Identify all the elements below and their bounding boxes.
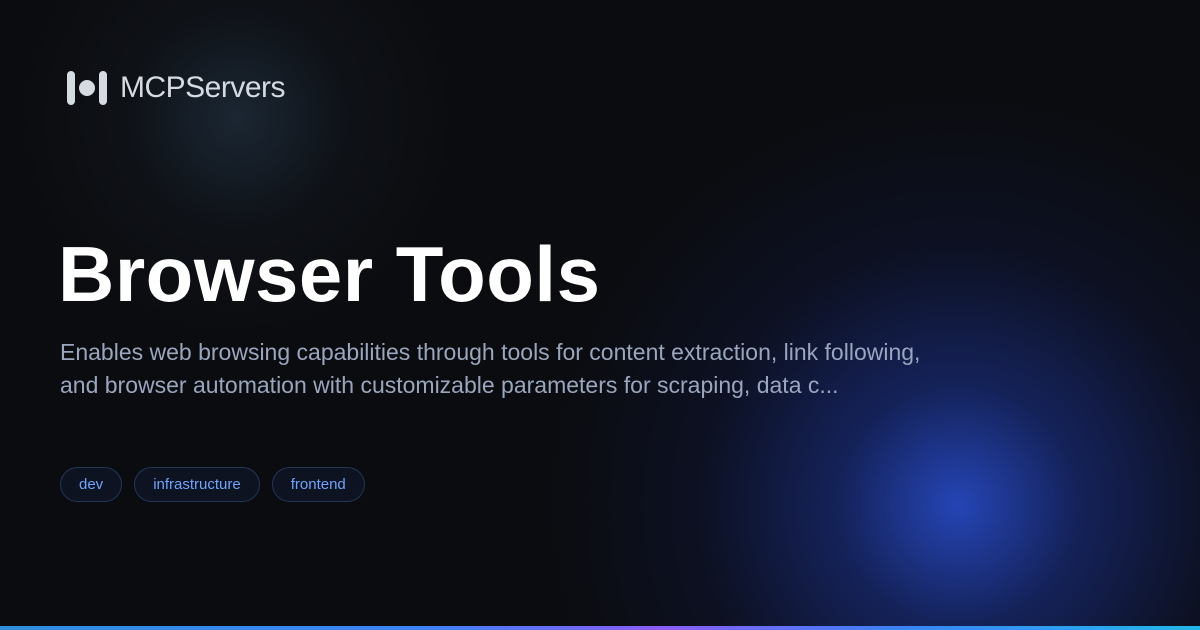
mcp-logo-icon	[67, 71, 107, 105]
server-description: Enables web browsing capabilities throug…	[60, 339, 921, 398]
tag-infrastructure[interactable]: infrastructure	[134, 467, 260, 502]
bottom-accent-bar	[0, 626, 1200, 630]
tag-frontend[interactable]: frontend	[271, 467, 365, 502]
brand-logo[interactable]: MCPServers	[66, 70, 286, 106]
brand-name: MCPServers	[120, 71, 286, 104]
page-title: Browser Tools	[58, 230, 601, 318]
tag-list: dev infrastructure frontend	[60, 467, 365, 502]
tag-dev[interactable]: dev	[60, 467, 123, 502]
